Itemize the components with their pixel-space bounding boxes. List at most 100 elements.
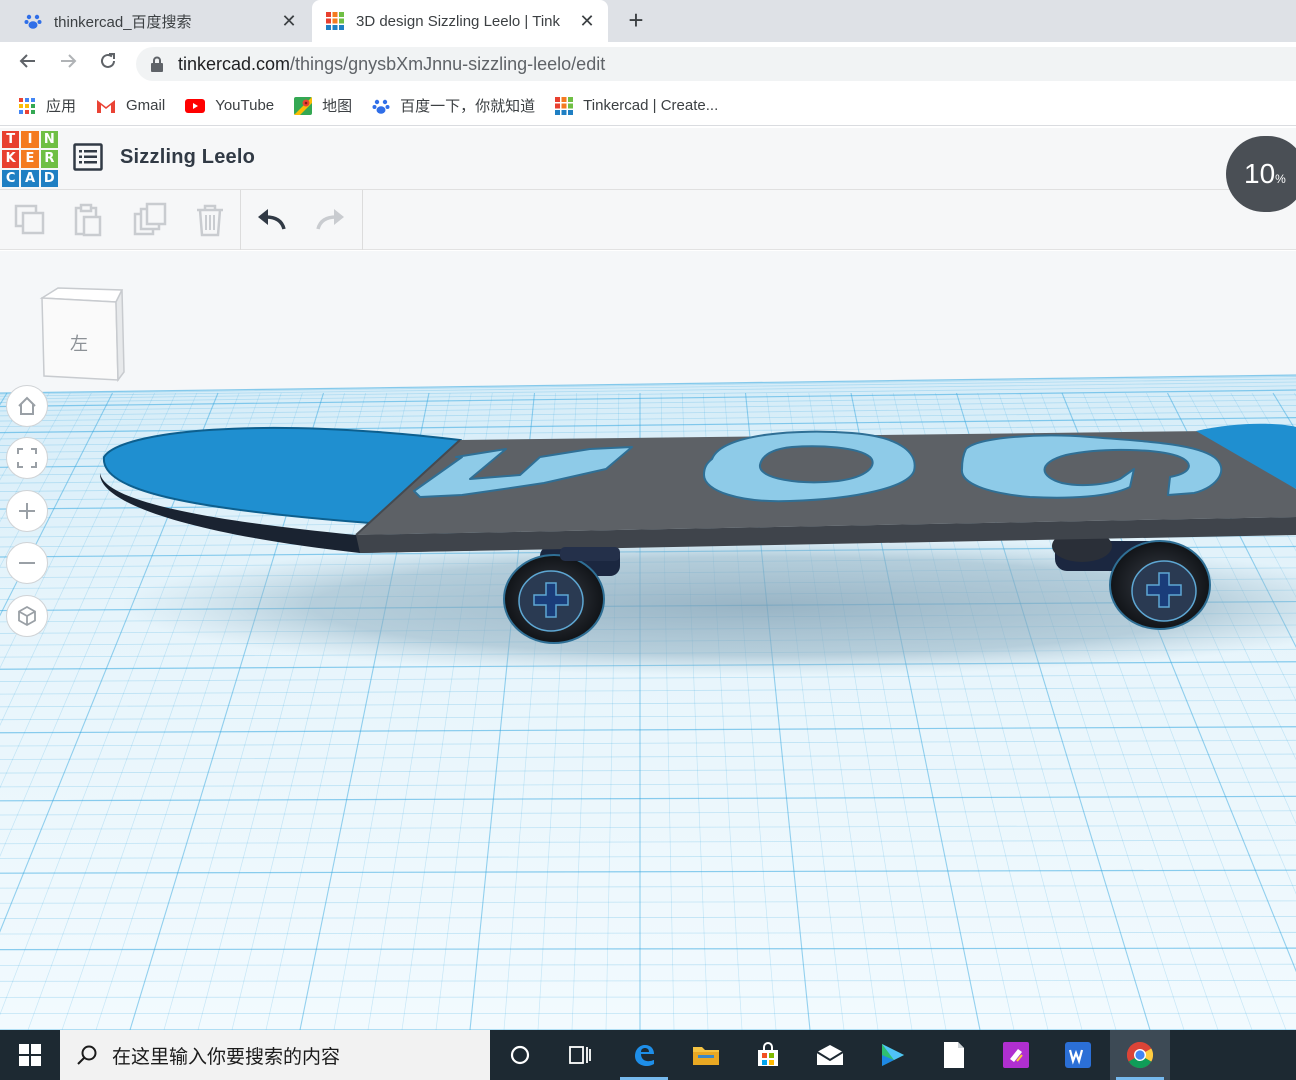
- store-taskbar-app[interactable]: [738, 1030, 798, 1080]
- logo-letter: C: [2, 169, 20, 187]
- tinkercad-icon: [326, 12, 344, 30]
- tab-baidu-search[interactable]: thinkercad_百度搜索 ✕: [10, 0, 310, 42]
- logo-letter: A: [21, 169, 39, 187]
- document-icon: [944, 1042, 964, 1068]
- design-title[interactable]: Sizzling Leelo: [120, 146, 255, 169]
- baidu-paw-icon: [372, 99, 390, 114]
- home-view-button[interactable]: [6, 385, 48, 427]
- browser-tab-strip: thinkercad_百度搜索 ✕ 3D design Sizzling Lee…: [0, 0, 1296, 42]
- bookmark-apps[interactable]: 应用: [18, 95, 76, 116]
- bookmark-label: Gmail: [126, 97, 166, 114]
- copy-icon[interactable]: [12, 202, 48, 238]
- fit-all-button[interactable]: [6, 437, 48, 479]
- progress-unit: %: [1275, 172, 1286, 186]
- design-list-icon[interactable]: [73, 143, 103, 171]
- bookmark-label: 百度一下，你就知道: [400, 98, 536, 115]
- visual-studio-taskbar-app[interactable]: [986, 1030, 1046, 1080]
- mail-taskbar-app[interactable]: [800, 1030, 860, 1080]
- maps-icon: [294, 96, 313, 115]
- trash-icon[interactable]: [192, 202, 228, 238]
- view-cube-face-label: 左: [70, 334, 88, 354]
- zoom-in-button[interactable]: [6, 490, 48, 532]
- front-wheel-left: [503, 554, 605, 644]
- cortana-icon: [510, 1045, 530, 1065]
- task-view-icon: [569, 1046, 591, 1064]
- logo-letter: R: [40, 150, 58, 168]
- toolbar-separator: [240, 190, 241, 250]
- search-placeholder: 在这里输入你要搜索的内容: [112, 1046, 341, 1068]
- tinkercad-logo[interactable]: T I N K E R C A D: [2, 131, 58, 187]
- logo-letter: K: [2, 150, 20, 168]
- store-bag-icon: [758, 1042, 778, 1066]
- baidu-paw-icon: [24, 14, 42, 29]
- tab-title: thinkercad_百度搜索: [54, 13, 192, 31]
- chrome-taskbar-app[interactable]: [1110, 1030, 1170, 1080]
- search-icon: [77, 1045, 97, 1065]
- tab-close-icon[interactable]: ✕: [280, 11, 298, 32]
- workplane-scene[interactable]: [0, 251, 1296, 1030]
- tab-title: 3D design Sizzling Leelo | Tink: [356, 12, 561, 30]
- tab-tinkercad-design[interactable]: 3D design Sizzling Leelo | Tink ✕: [312, 0, 608, 42]
- duplicate-icon[interactable]: [132, 202, 168, 238]
- logo-letter: N: [40, 131, 58, 149]
- logo-letter: I: [21, 131, 39, 149]
- forward-arrow-icon: [61, 54, 77, 68]
- notepad-taskbar-app[interactable]: [924, 1030, 984, 1080]
- bookmark-baidu[interactable]: 百度一下，你就知道: [372, 95, 535, 116]
- tab-close-icon[interactable]: ✕: [578, 11, 596, 32]
- browser-toolbar: tinkercad.com/things/gnysbXmJnnu-sizzlin…: [0, 42, 1296, 86]
- visual-studio-icon: [1003, 1042, 1029, 1068]
- tinkercad-icon: [555, 96, 574, 115]
- reload-icon: [101, 53, 115, 68]
- url-path: /things/gnysbXmJnnu-sizzling-leelo/edit: [290, 53, 606, 74]
- undo-icon[interactable]: [254, 202, 290, 238]
- bookmark-youtube[interactable]: YouTube: [185, 97, 274, 114]
- logo-letter: T: [2, 131, 20, 149]
- bookmark-tinkercad[interactable]: Tinkercad | Create...: [555, 96, 718, 115]
- bookmark-label: 地图: [322, 98, 353, 115]
- fit-view-icon: [17, 448, 37, 468]
- youtube-icon: [185, 98, 206, 113]
- zoom-out-button[interactable]: [6, 542, 48, 584]
- video-taskbar-app[interactable]: [862, 1030, 922, 1080]
- new-tab-button[interactable]: +: [622, 6, 650, 34]
- forward-button[interactable]: [54, 50, 82, 78]
- bookmark-gmail[interactable]: Gmail: [96, 97, 165, 114]
- bookmark-label: YouTube: [215, 97, 275, 114]
- tinkercad-header: T I N K E R C A D Sizzling Leelo: [0, 128, 1296, 190]
- home-icon: [18, 396, 36, 415]
- wps-icon: [1065, 1042, 1091, 1068]
- back-arrow-icon: [19, 54, 35, 68]
- windows-logo-icon: [19, 1044, 41, 1066]
- taskbar-search-box[interactable]: 在这里输入你要搜索的内容: [60, 1030, 490, 1080]
- workplane-viewport[interactable]: 左: [0, 251, 1296, 1030]
- edge-taskbar-app[interactable]: [614, 1030, 674, 1080]
- progress-indicator: 10%: [1226, 136, 1296, 212]
- bookmark-label: 应用: [46, 98, 77, 115]
- minus-icon: [19, 562, 35, 564]
- redo-icon[interactable]: [312, 202, 348, 238]
- url-domain: tinkercad.com: [178, 53, 291, 74]
- folder-icon: [693, 1047, 719, 1065]
- plus-icon: [19, 503, 35, 519]
- bookmark-maps[interactable]: 地图: [294, 95, 352, 116]
- lock-icon: [151, 56, 163, 72]
- file-explorer-taskbar-app[interactable]: [676, 1030, 736, 1080]
- view-cube[interactable]: 左: [38, 286, 126, 384]
- chrome-icon: [1126, 1041, 1154, 1069]
- cortana-button[interactable]: [490, 1030, 550, 1080]
- logo-letter: D: [40, 169, 58, 187]
- task-view-button[interactable]: [550, 1030, 610, 1080]
- orthographic-toggle-button[interactable]: [6, 595, 48, 637]
- front-wheel-right: [1109, 540, 1211, 630]
- gmail-icon: [97, 99, 116, 113]
- back-button[interactable]: [14, 50, 42, 78]
- video-player-icon: [882, 1044, 904, 1066]
- start-button[interactable]: [0, 1030, 60, 1080]
- bookmarks-bar: 应用 Gmail YouTube 地图 百度一下，你就知道 Tinkercad …: [0, 86, 1296, 126]
- address-bar[interactable]: tinkercad.com/things/gnysbXmJnnu-sizzlin…: [136, 47, 1296, 81]
- reload-button[interactable]: [94, 50, 122, 78]
- wps-taskbar-app[interactable]: [1048, 1030, 1108, 1080]
- cube-projection-icon: [18, 605, 36, 627]
- paste-icon[interactable]: [70, 202, 106, 238]
